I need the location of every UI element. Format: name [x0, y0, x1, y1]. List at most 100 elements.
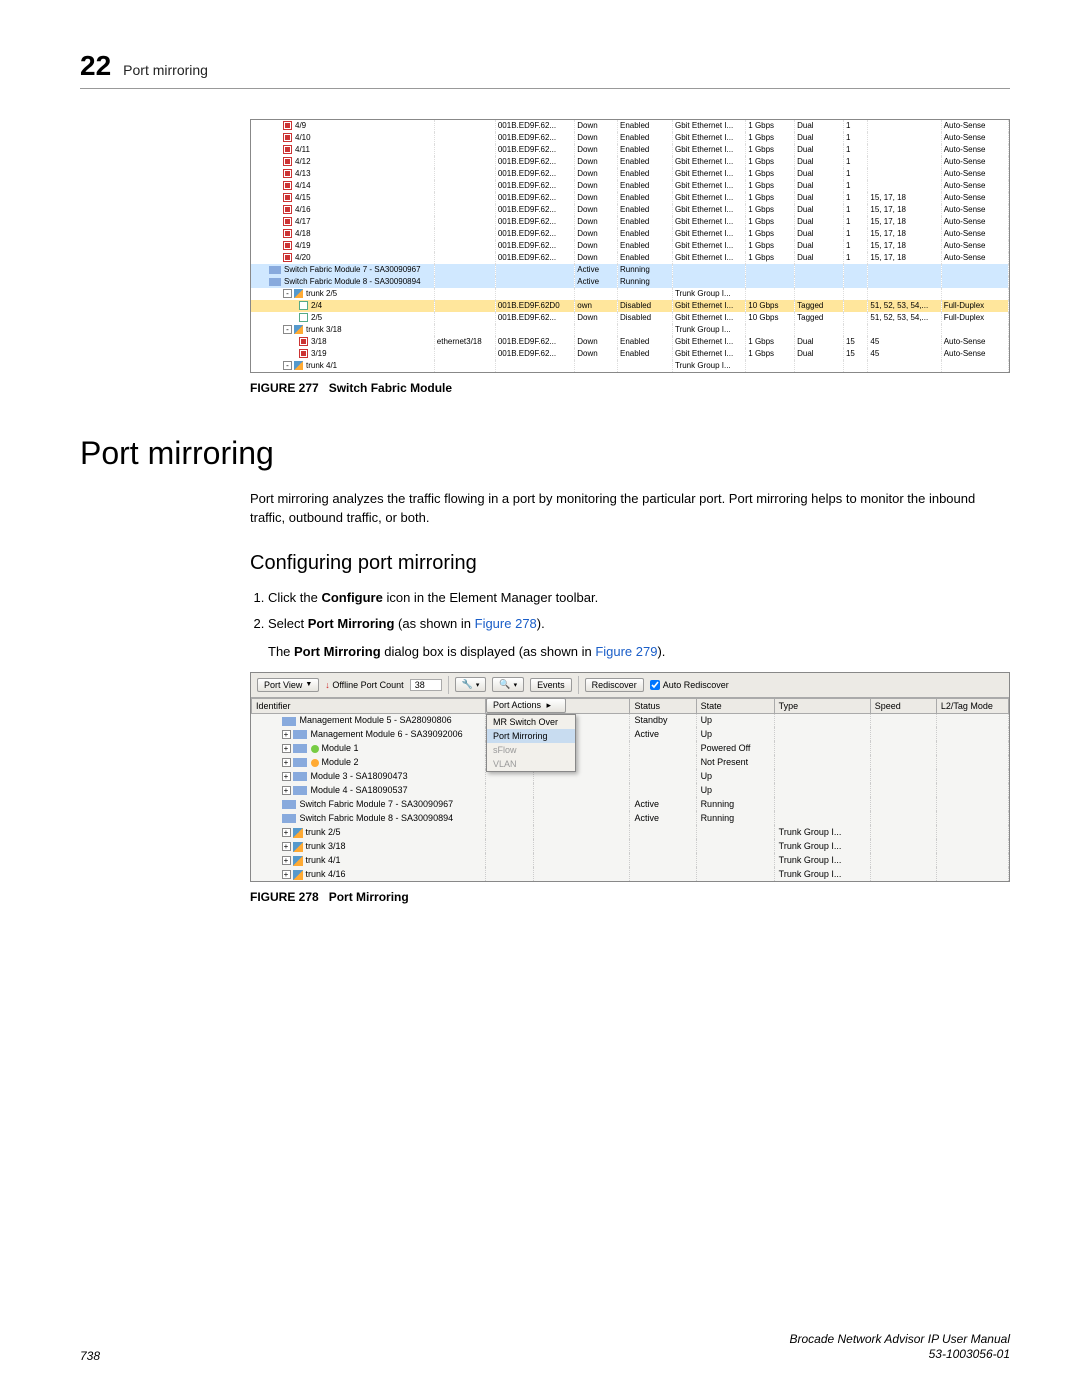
module-icon	[282, 800, 296, 809]
column-header[interactable]: Type	[774, 698, 870, 713]
table-row[interactable]: Switch Fabric Module 7 - SA30090967Activ…	[252, 797, 1009, 811]
figure-278-link[interactable]: Figure 278	[475, 616, 537, 631]
column-header[interactable]: Status	[630, 698, 696, 713]
module-icon	[269, 278, 281, 286]
table-row[interactable]: 4/9001B.ED9F.62...DownEnabledGbit Ethern…	[251, 120, 1009, 132]
port-icon	[283, 157, 292, 166]
table-row[interactable]: +Module 4 - SA18090537Up	[252, 783, 1009, 797]
module-icon	[293, 786, 307, 795]
expand-icon[interactable]: +	[282, 744, 291, 753]
column-header[interactable]: Identifier	[252, 698, 486, 713]
port-icon	[283, 241, 292, 250]
page-header: 22 Port mirroring	[80, 50, 1010, 89]
table-row[interactable]: 3/18ethernet3/18001B.ED9F.62...DownEnabl…	[251, 336, 1009, 348]
table-row[interactable]: 4/11001B.ED9F.62...DownEnabledGbit Ether…	[251, 144, 1009, 156]
port-view-dropdown[interactable]: Port View▼	[257, 678, 319, 692]
figure-277-caption: FIGURE 277 Switch Fabric Module	[250, 381, 1010, 395]
table-row[interactable]: -trunk 4/1Trunk Group I...	[251, 360, 1009, 372]
expand-icon[interactable]: +	[282, 772, 291, 781]
table-row[interactable]: 4/20001B.ED9F.62...DownEnabledGbit Ether…	[251, 252, 1009, 264]
table-row[interactable]: -trunk 3/18Trunk Group I...	[251, 324, 1009, 336]
module-icon	[293, 758, 307, 767]
manual-name: Brocade Network Advisor IP User Manual	[789, 1332, 1010, 1346]
port-icon	[283, 133, 292, 142]
table-row[interactable]: +trunk 2/5Trunk Group I...	[252, 825, 1009, 839]
table-row[interactable]: +Module 1Powered Off	[252, 741, 1009, 755]
expand-icon[interactable]: -	[283, 325, 292, 334]
trunk-icon	[293, 856, 303, 866]
table-row[interactable]: Management Module 5 - SA28090806StandbyU…	[252, 713, 1009, 727]
table-row[interactable]: 4/18001B.ED9F.62...DownEnabledGbit Ether…	[251, 228, 1009, 240]
page-footer: 738 Brocade Network Advisor IP User Manu…	[80, 1332, 1010, 1363]
table-row[interactable]: 4/10001B.ED9F.62...DownEnabledGbit Ether…	[251, 132, 1009, 144]
table-row[interactable]: 3/19001B.ED9F.62...DownEnabledGbit Ether…	[251, 348, 1009, 360]
page-number: 738	[80, 1349, 100, 1363]
table-row[interactable]: +Management Module 6 - SA39092006ActiveU…	[252, 727, 1009, 741]
column-header[interactable]: L2/Tag Mode	[936, 698, 1008, 713]
table-row[interactable]: 4/17001B.ED9F.62...DownEnabledGbit Ether…	[251, 216, 1009, 228]
port-icon	[283, 193, 292, 202]
table-row[interactable]: +trunk 3/18Trunk Group I...	[252, 839, 1009, 853]
table-row[interactable]: +trunk 4/1Trunk Group I...	[252, 853, 1009, 867]
rediscover-button[interactable]: Rediscover	[585, 678, 644, 692]
configure-icon[interactable]: 🔧▾	[455, 677, 487, 692]
expand-icon[interactable]: -	[283, 361, 292, 370]
table-row[interactable]: 4/12001B.ED9F.62...DownEnabledGbit Ether…	[251, 156, 1009, 168]
figure-277-screenshot: 4/9001B.ED9F.62...DownEnabledGbit Ethern…	[250, 119, 1010, 373]
status-icon	[311, 745, 319, 753]
table-row[interactable]: 4/13001B.ED9F.62...DownEnabledGbit Ether…	[251, 168, 1009, 180]
chapter-number: 22	[80, 50, 111, 82]
column-header[interactable]: Speed	[870, 698, 936, 713]
port-icon	[283, 229, 292, 238]
offline-port-count: 38	[410, 679, 442, 691]
module-icon	[293, 744, 307, 753]
table-row[interactable]: 4/15001B.ED9F.62...DownEnabledGbit Ether…	[251, 192, 1009, 204]
figure-279-link[interactable]: Figure 279	[595, 644, 657, 659]
menu-mr-switch-over[interactable]: MR Switch Over	[487, 715, 575, 729]
module-icon	[293, 730, 307, 739]
port-icon	[299, 313, 308, 322]
port-actions-dropdown[interactable]: Port Actions ▸	[486, 698, 566, 713]
table-row[interactable]: 2/5001B.ED9F.62...DownDisabledGbit Ether…	[251, 312, 1009, 324]
menu-port-mirroring[interactable]: Port Mirroring	[487, 729, 575, 743]
subsection-title: Configuring port mirroring	[250, 552, 1010, 575]
port-actions-menu: MR Switch Over Port Mirroring sFlow VLAN	[486, 714, 576, 772]
status-icon	[311, 759, 319, 767]
table-row[interactable]: 2/4001B.ED9F.62D0ownDisabledGbit Etherne…	[251, 300, 1009, 312]
figure-278-screenshot: Port View▼ ↓ Offline Port Count 38 🔧▾ 🔍▾…	[250, 672, 1010, 883]
trunk-icon	[293, 870, 303, 880]
port-icon	[299, 349, 308, 358]
expand-icon[interactable]: +	[282, 856, 291, 865]
trunk-icon	[293, 842, 303, 852]
expand-icon[interactable]: +	[282, 870, 291, 879]
table-row[interactable]: 4/16001B.ED9F.62...DownEnabledGbit Ether…	[251, 204, 1009, 216]
expand-icon[interactable]: +	[282, 786, 291, 795]
table-row[interactable]: +trunk 4/16Trunk Group I...	[252, 867, 1009, 881]
table-row[interactable]: Switch Fabric Module 8 - SA30090894Activ…	[251, 276, 1009, 288]
port-icon	[299, 337, 308, 346]
table-row[interactable]: 4/19001B.ED9F.62...DownEnabledGbit Ether…	[251, 240, 1009, 252]
expand-icon[interactable]: +	[282, 828, 291, 837]
menu-vlan: VLAN	[487, 757, 575, 771]
module-icon	[282, 814, 296, 823]
expand-icon[interactable]: +	[282, 842, 291, 851]
expand-icon[interactable]: +	[282, 730, 291, 739]
table-row[interactable]: Switch Fabric Module 7 - SA30090967Activ…	[251, 264, 1009, 276]
table-row[interactable]: +Module 3 - SA18090473Up	[252, 769, 1009, 783]
expand-icon[interactable]: +	[282, 758, 291, 767]
table-row[interactable]: +Module 2Not Present	[252, 755, 1009, 769]
port-icon	[283, 205, 292, 214]
events-button[interactable]: Events	[530, 678, 572, 692]
port-icon	[299, 301, 308, 310]
table-row[interactable]: Switch Fabric Module 8 - SA30090894Activ…	[252, 811, 1009, 825]
auto-rediscover-checkbox[interactable]: Auto Rediscover	[650, 680, 729, 690]
zoom-icon[interactable]: 🔍▾	[492, 677, 524, 692]
expand-icon[interactable]: -	[283, 289, 292, 298]
toolbar: Port View▼ ↓ Offline Port Count 38 🔧▾ 🔍▾…	[251, 673, 1009, 698]
column-header[interactable]: State	[696, 698, 774, 713]
table-row[interactable]: 4/14001B.ED9F.62...DownEnabledGbit Ether…	[251, 180, 1009, 192]
port-icon	[283, 253, 292, 262]
module-icon	[293, 772, 307, 781]
table-row[interactable]: -trunk 2/5Trunk Group I...	[251, 288, 1009, 300]
trunk-icon	[294, 325, 303, 334]
